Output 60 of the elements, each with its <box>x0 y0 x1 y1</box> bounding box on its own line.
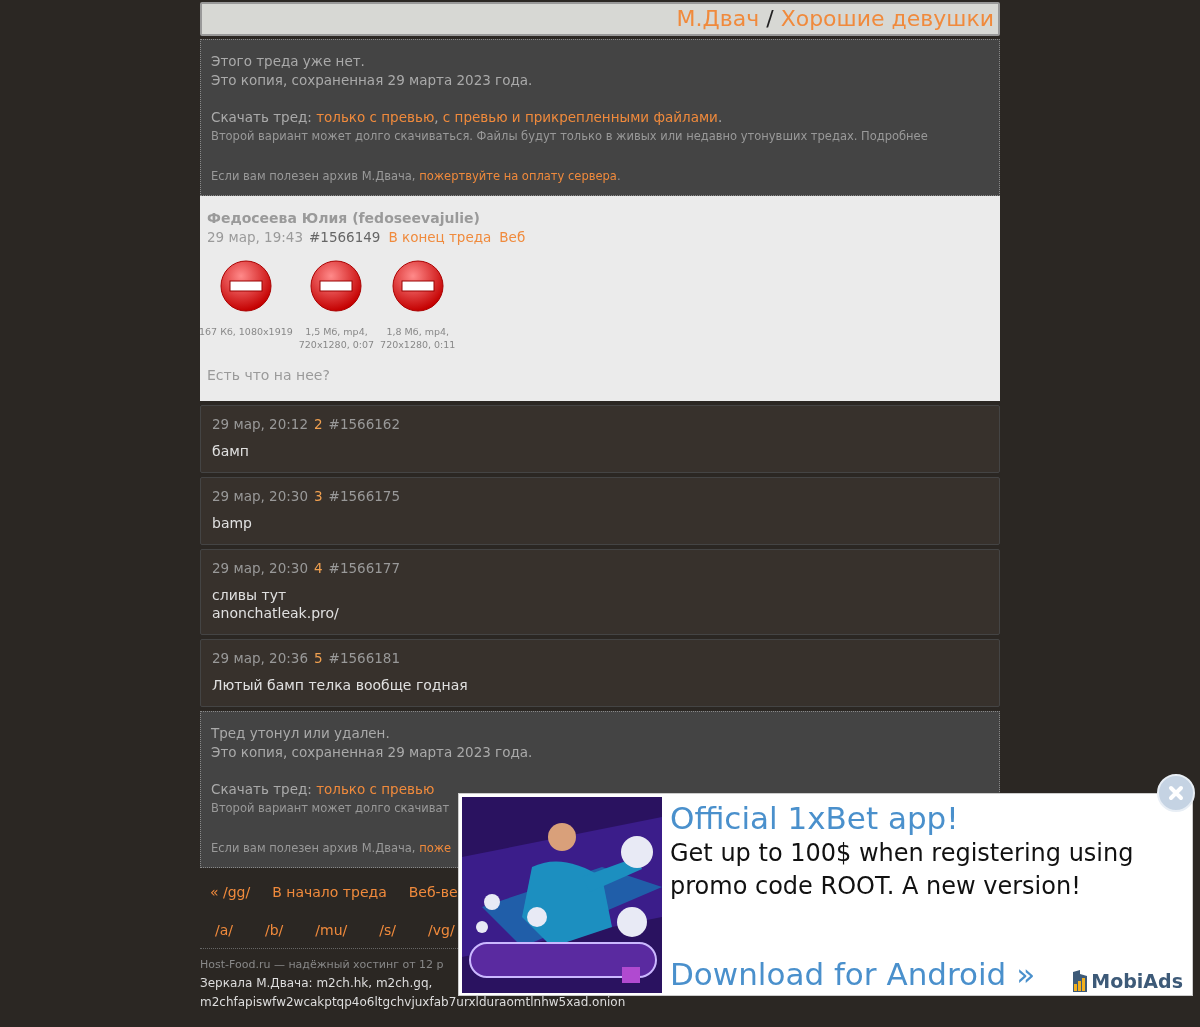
nav-link[interactable]: В начало треда <box>272 884 387 900</box>
post-number: #1566162 <box>328 416 400 432</box>
notice-hint: Второй вариант может долго скачиват <box>211 800 451 817</box>
notice-text: Это копия, сохраненная 29 марта 2023 года. <box>211 743 534 762</box>
link[interactable]: только с превью <box>316 109 435 125</box>
ad-text: Get up to 100$ when registering using promo code ROOT. A new version! <box>670 838 1135 902</box>
file-info: 1,8 Мб, mp4, 720x1280, 0:11 <box>380 325 456 351</box>
board-link[interactable]: /b/ <box>265 922 284 938</box>
link[interactable]: В конец треда <box>388 229 492 245</box>
post-text: сливы тут anonchatleak.pro/ <box>212 586 340 622</box>
close-button[interactable] <box>1157 774 1195 812</box>
download-line: Скачать тред: только с превью, с превью и прикрепленными файлами. <box>211 108 724 127</box>
link[interactable]: с превью и прикрепленными файлами <box>442 109 718 125</box>
author-name: Федосеева Юлия (fedoseevajulie) <box>207 210 481 226</box>
post-text: Есть что на нее? <box>207 367 331 383</box>
post-date: 29 мар, 20:36 <box>212 650 308 666</box>
no-entry-icon[interactable] <box>390 259 445 313</box>
link[interactable]: Веб <box>499 229 526 245</box>
download-link[interactable]: Download for Android » <box>670 956 1036 992</box>
post-text: бамп <box>212 442 250 460</box>
post-text: bamp <box>212 514 253 532</box>
post-index: 5 <box>314 650 323 666</box>
chart-bars-icon <box>1072 970 1089 992</box>
post-text: Лютый бамп телка вообще годная <box>212 676 469 694</box>
link[interactable]: поже <box>419 841 452 855</box>
board-link[interactable]: /mu/ <box>315 922 348 938</box>
donate-line: Если вам полезен архив М.Двача, пожертвуйте на оплату сервера. <box>211 168 622 185</box>
notice-hint: Второй вариант может долго скачиваться. Файлы будут только в живых или недавно утонувших тредах. Подробнее <box>211 128 929 145</box>
no-entry-icon[interactable] <box>309 259 364 313</box>
separator: / <box>765 6 775 31</box>
file-info: 167 Кб, 1080x1919 <box>199 325 293 338</box>
close-icon <box>1168 785 1184 801</box>
notice-text: Это копия, сохраненная 29 марта 2023 года. <box>211 71 534 90</box>
notice-text: Тред утонул или удален. <box>211 724 391 743</box>
notice-text: Этого треда уже нет. <box>211 52 366 71</box>
onion-address: m2chfapiswfw2wcakptqp4o6ltgchvjuxfab7urxlduraomtlnhw5xad.onion <box>200 994 626 1011</box>
link[interactable]: только с превью <box>316 781 435 797</box>
post-date: 29 мар, 20:30 <box>212 488 308 504</box>
mirrors-text: Зеркала М.Двача: m2ch.hk, m2ch.gq, <box>200 975 433 992</box>
nav-link[interactable]: Веб-ве <box>408 884 458 900</box>
board-link[interactable]: /vg/ <box>428 922 455 938</box>
file-info: 1,5 Мб, mp4, 720x1280, 0:07 <box>298 325 375 351</box>
board-link[interactable]: /a/ <box>215 922 233 938</box>
post-index: 2 <box>314 416 323 432</box>
no-entry-icon[interactable] <box>218 259 273 313</box>
post-date: 29 мар, 20:12 <box>212 416 308 432</box>
post-number: #1566175 <box>328 488 400 504</box>
post-number: #1566177 <box>328 560 400 576</box>
post-date: 29 мар, 19:43 <box>207 229 303 245</box>
brand-name: MobiAds <box>1091 970 1183 992</box>
post-number: #1566149 <box>309 229 381 245</box>
nav-link[interactable]: « /gg/ <box>210 884 251 900</box>
board-link[interactable]: /s/ <box>379 922 397 938</box>
post-index: 3 <box>314 488 323 504</box>
ad-title: Official 1xBet app! <box>670 799 960 837</box>
post-index: 4 <box>314 560 323 576</box>
post-date: 29 мар, 20:30 <box>212 560 308 576</box>
post-number: #1566181 <box>328 650 400 666</box>
hosting-text: Host-Food.ru — надёжный хостинг от 12 р <box>200 957 444 973</box>
link[interactable]: пожертвуйте на оплату сервера <box>419 169 617 183</box>
